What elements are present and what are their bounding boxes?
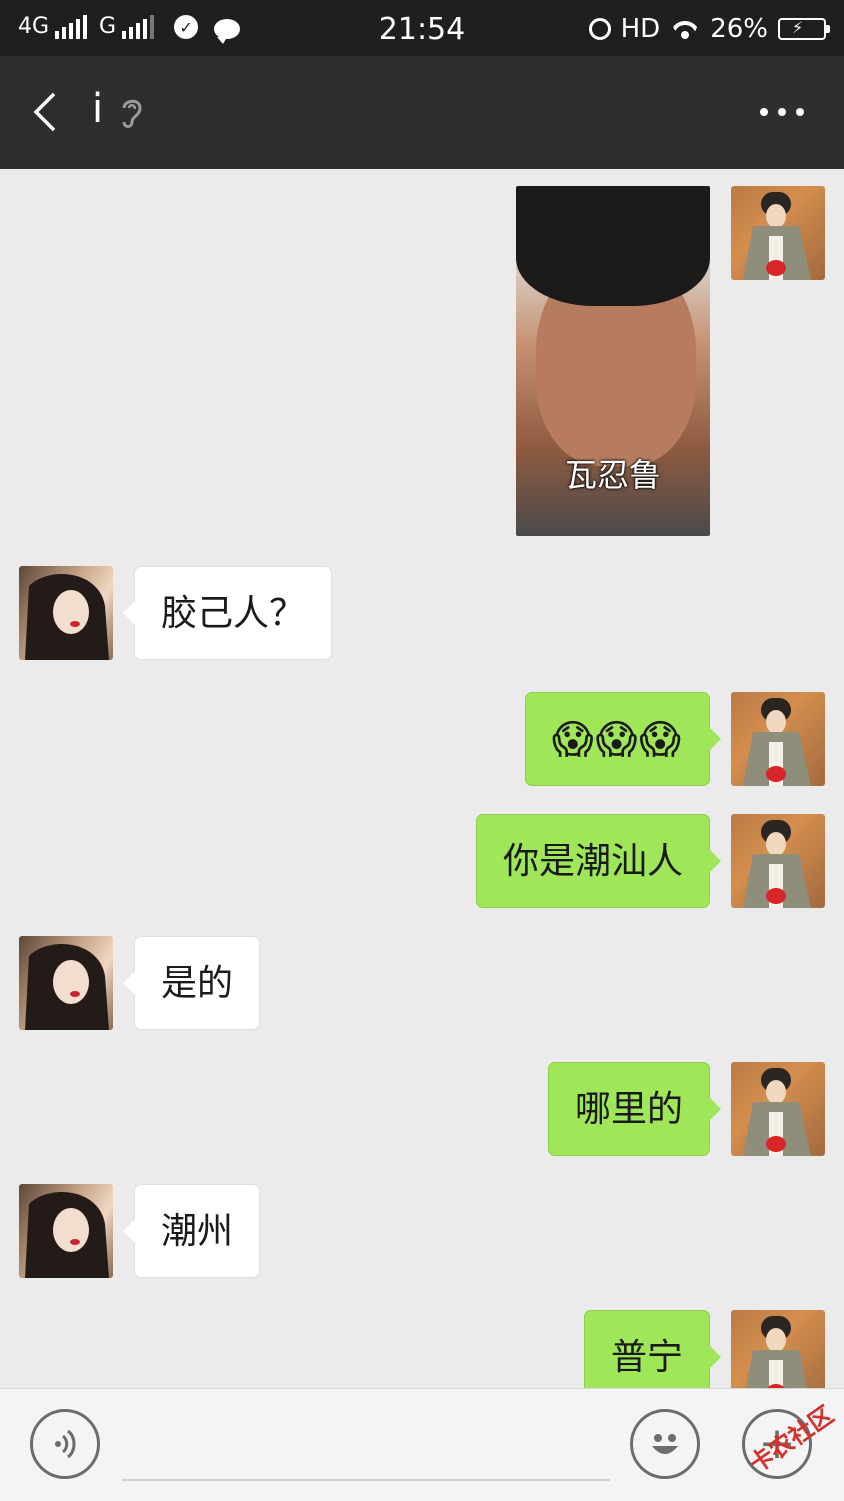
message-input[interactable] — [122, 1417, 614, 1479]
photo-caption: 瓦忍鲁 — [564, 456, 661, 494]
message-bubble-sent[interactable]: 你是潮汕人 — [475, 814, 722, 908]
input-underline — [122, 1479, 610, 1481]
alarm-icon — [588, 18, 611, 40]
back-arrow-icon[interactable] — [30, 92, 60, 132]
message-bubble-received[interactable]: 潮州 — [122, 1184, 261, 1278]
earpiece-icon — [118, 94, 146, 134]
hd-label: HD — [620, 14, 661, 44]
my-avatar[interactable] — [731, 814, 825, 908]
message-bubble-received[interactable]: 是的 — [122, 936, 261, 1030]
battery-icon: ⚡ — [778, 18, 830, 40]
voice-input-icon[interactable] — [30, 1409, 100, 1479]
chat-title[interactable]: i — [92, 86, 103, 132]
chat-header: i — [0, 56, 844, 169]
my-avatar[interactable] — [731, 692, 825, 786]
photo-hair — [516, 186, 710, 306]
status-bar: 4G G ✓ 21:54 HD 26% ⚡ — [0, 0, 844, 56]
message-bubble-received[interactable]: 胶己人？ — [122, 566, 333, 660]
more-icon[interactable] — [760, 108, 804, 116]
contact-avatar[interactable] — [19, 1184, 113, 1278]
battery-percent: 26% — [710, 14, 768, 44]
sent-photo[interactable]: 瓦忍鲁 — [516, 186, 710, 536]
my-avatar[interactable] — [731, 186, 825, 280]
emoji-icon[interactable] — [630, 1409, 700, 1479]
my-avatar[interactable] — [731, 1062, 825, 1156]
input-bar: + — [0, 1388, 844, 1501]
contact-avatar[interactable] — [19, 936, 113, 1030]
wifi-icon — [670, 17, 700, 41]
contact-avatar[interactable] — [19, 566, 113, 660]
message-bubble-sent[interactable]: 哪里的 — [547, 1062, 722, 1156]
charging-bolt-icon: ⚡ — [792, 18, 804, 37]
status-right: HD 26% ⚡ — [588, 14, 830, 44]
message-bubble-sent[interactable]: 😱😱😱 — [524, 692, 722, 786]
